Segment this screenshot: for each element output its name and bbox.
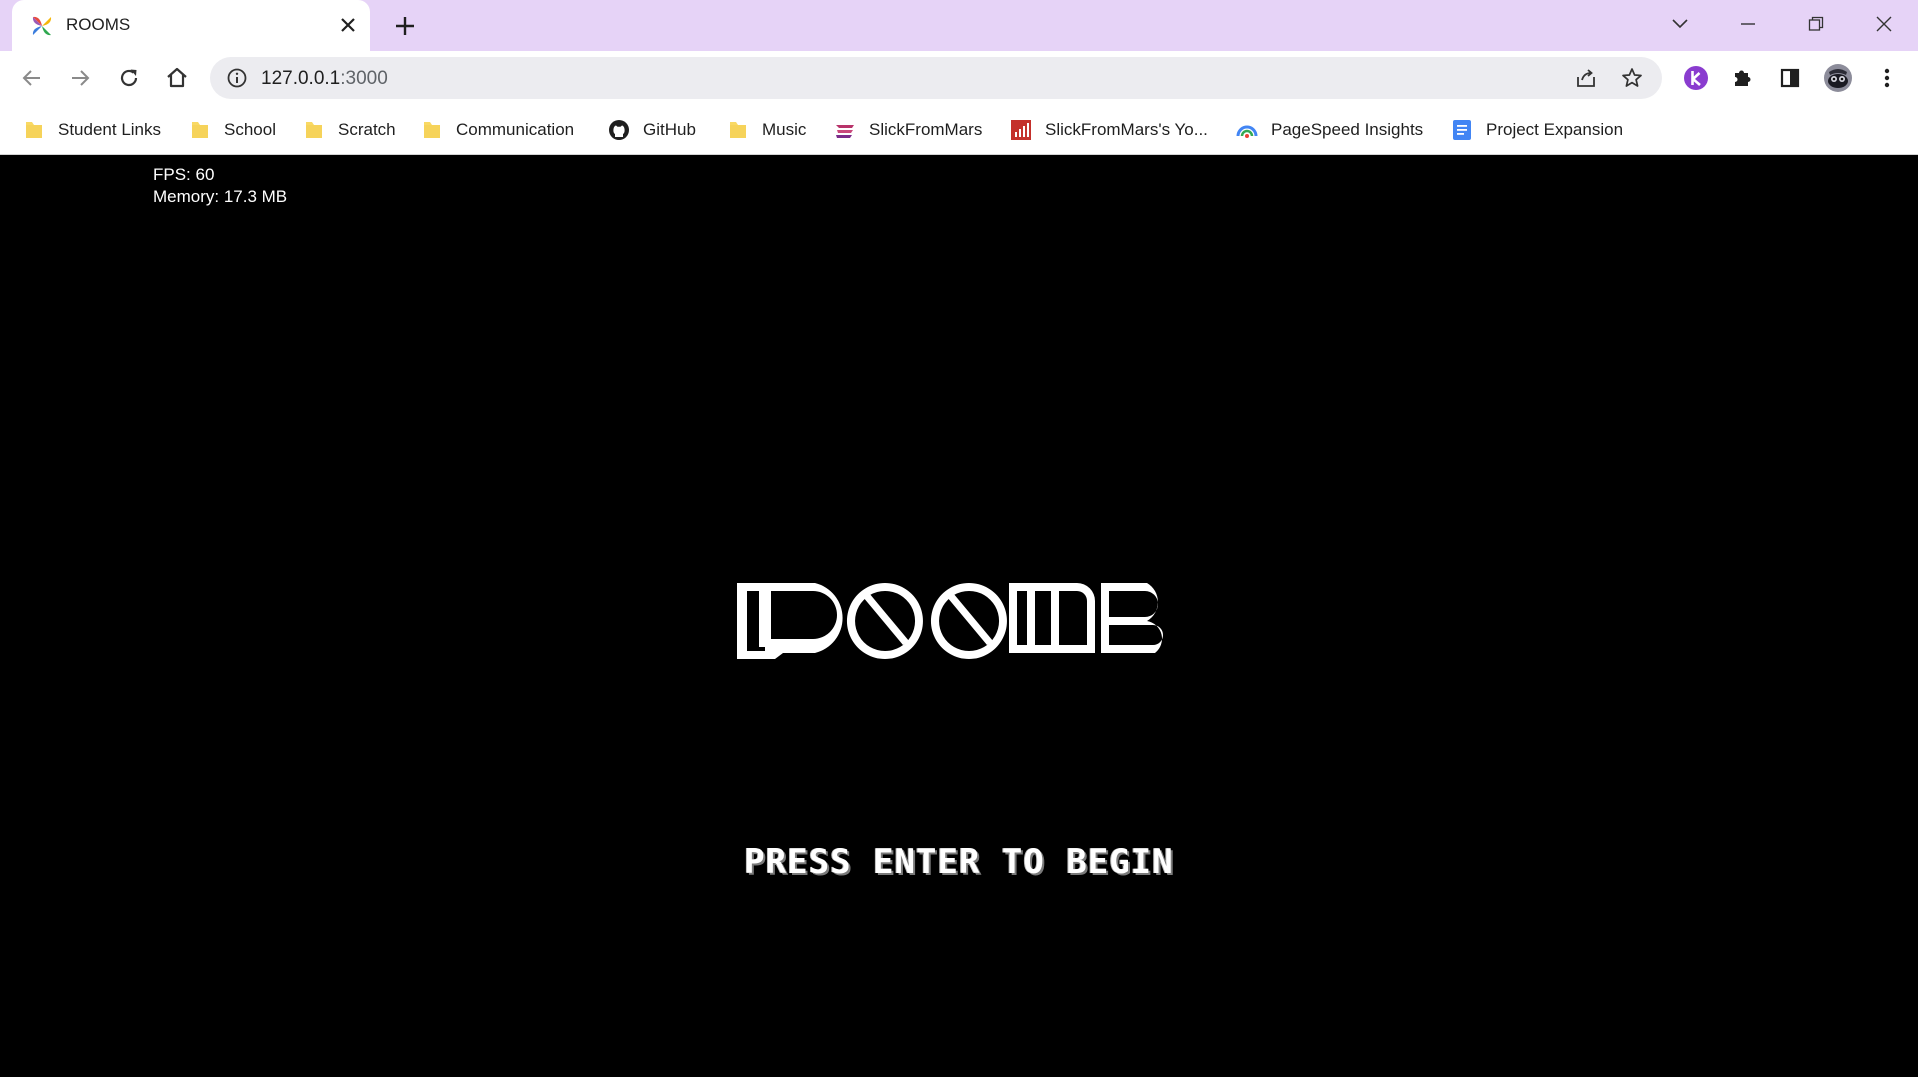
side-panel-button[interactable] <box>1774 62 1806 94</box>
bookmark-github[interactable]: GitHub <box>608 114 696 146</box>
info-icon[interactable] <box>226 67 248 89</box>
restore-icon <box>1808 16 1824 31</box>
minimize-button[interactable] <box>1730 8 1766 40</box>
url-text[interactable]: 127.0.0.1:3000 <box>261 68 388 90</box>
folder-icon <box>730 122 746 138</box>
arrow-right-icon <box>72 70 90 86</box>
address-bar[interactable]: 127.0.0.1:3000 <box>210 57 1662 99</box>
home-icon <box>167 67 187 88</box>
folder-icon <box>424 122 440 138</box>
memory-readout: Memory: 17.3 MB <box>153 187 288 206</box>
tab-title: ROOMS <box>66 15 131 34</box>
bookmark-student-links[interactable]: Student Links <box>23 114 161 146</box>
puzzle-icon <box>1735 70 1751 86</box>
arrow-left-icon <box>22 70 40 86</box>
bookmark-music[interactable]: Music <box>727 114 806 146</box>
bookmark-school[interactable]: School <box>189 114 276 146</box>
bookmark-slickfrommars-yo[interactable]: SlickFromMars's Yo... <box>1010 114 1208 146</box>
profile-button[interactable] <box>1822 62 1854 94</box>
reload-button[interactable] <box>113 62 145 94</box>
menu-button[interactable] <box>1871 62 1903 94</box>
analytics-icon <box>1011 120 1031 140</box>
new-tab-icon[interactable] <box>392 13 418 39</box>
folder-icon <box>306 122 322 138</box>
rooms-favicon-icon <box>32 16 52 36</box>
pagespeed-icon <box>1236 125 1258 138</box>
bookmark-slickfrommars[interactable]: SlickFromMars <box>834 114 982 146</box>
home-button[interactable] <box>161 62 193 94</box>
github-icon <box>609 120 629 140</box>
press-enter-prompt: PRESS ENTER TO BEGIN <box>744 842 1174 882</box>
extensions-button[interactable] <box>1727 62 1759 94</box>
k-extension-icon <box>1684 66 1708 90</box>
browser-toolbar: 127.0.0.1:3000 <box>0 51 1918 106</box>
restore-button[interactable] <box>1798 8 1834 40</box>
bookmark-project-expansion[interactable]: Project Expansion <box>1451 114 1623 146</box>
extension-k-button[interactable] <box>1680 62 1712 94</box>
more-vert-icon <box>1884 68 1890 88</box>
reload-icon <box>120 69 138 87</box>
avatar <box>1824 64 1852 92</box>
bookmark-pagespeed-insights[interactable]: PageSpeed Insights <box>1236 114 1423 146</box>
tab-search-button[interactable] <box>1662 8 1698 40</box>
game-canvas[interactable]: FPS: 60 Memory: 17.3 MB PRESS ENTER TO B… <box>0 155 1918 1077</box>
close-window-icon <box>1876 16 1892 32</box>
minimize-icon <box>1741 23 1755 25</box>
folder-icon <box>192 122 208 138</box>
star-icon[interactable] <box>1620 66 1644 90</box>
fps-readout: FPS: 60 <box>153 165 215 184</box>
close-window-button[interactable] <box>1866 8 1902 40</box>
bookmark-communication[interactable]: Communication <box>421 114 574 146</box>
slickfrommars-icon <box>836 125 854 138</box>
bookmarks-bar: Student Links School Scratch Communicati… <box>0 106 1918 155</box>
docs-icon <box>1453 120 1471 140</box>
chevron-down-icon <box>1672 19 1688 29</box>
side-panel-icon <box>1780 68 1800 88</box>
tab-strip: ROOMS <box>0 0 1918 51</box>
close-icon[interactable] <box>336 13 360 37</box>
back-button[interactable] <box>16 62 48 94</box>
forward-button[interactable] <box>64 62 96 94</box>
folder-icon <box>26 122 42 138</box>
rooms-logo <box>737 583 1163 659</box>
share-icon[interactable] <box>1574 66 1598 90</box>
bookmark-scratch[interactable]: Scratch <box>303 114 396 146</box>
perf-stats: FPS: 60 Memory: 17.3 MB <box>153 164 287 208</box>
tab-rooms[interactable]: ROOMS <box>12 0 370 51</box>
